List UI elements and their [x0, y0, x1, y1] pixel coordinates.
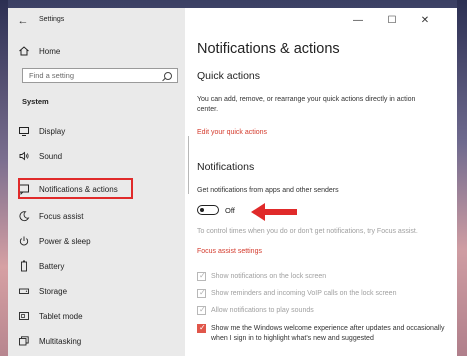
- focus-assist-settings-link[interactable]: Focus assist settings: [197, 248, 262, 255]
- toggle-knob: [200, 207, 204, 212]
- sidebar-item-storage[interactable]: Storage: [18, 282, 178, 300]
- sidebar-item-tablet-mode[interactable]: Tablet mode: [18, 307, 178, 325]
- edit-quick-actions-link[interactable]: Edit your quick actions: [197, 129, 267, 136]
- desktop-background-left: [0, 0, 8, 356]
- checkbox-label: Show notifications on the lock screen: [211, 273, 327, 280]
- selected-item-annotation: [18, 178, 133, 199]
- quick-actions-description: You can add, remove, or rearrange your q…: [197, 96, 416, 113]
- lock-screen-reminders-checkbox[interactable]: [197, 288, 206, 298]
- home-icon: [18, 45, 30, 57]
- sidebar-item-label: Focus assist: [39, 211, 84, 221]
- focus-assist-text: To control times when you do or don't ge…: [197, 228, 418, 235]
- display-icon: [18, 125, 30, 137]
- desktop-background-right: [457, 0, 467, 356]
- sidebar-item-sound[interactable]: Sound: [18, 147, 178, 165]
- checkbox-label: Show reminders and incoming VoIP calls o…: [211, 290, 397, 297]
- power-icon: [18, 235, 30, 247]
- search-input[interactable]: [29, 71, 159, 80]
- sidebar-item-battery[interactable]: Battery: [18, 257, 178, 275]
- search-box[interactable]: [22, 68, 178, 83]
- toggle-state-label: Off: [225, 206, 235, 215]
- notifications-toggle-label: Get notifications from apps and other se…: [197, 187, 339, 194]
- sidebar-item-home[interactable]: Home: [18, 42, 178, 60]
- sidebar-item-label: Tablet mode: [39, 311, 83, 321]
- main-content: Notifications & actions Quick actions Yo…: [197, 8, 457, 356]
- checkbox-label: Show me the Windows welcome experience a…: [211, 325, 445, 342]
- page-title: Notifications & actions: [197, 41, 340, 57]
- storage-icon: [18, 285, 30, 297]
- app-title: Settings: [39, 16, 65, 23]
- welcome-experience-checkbox[interactable]: [197, 323, 206, 333]
- sidebar-item-label: Display: [39, 126, 66, 136]
- lock-screen-notifications-checkbox[interactable]: [197, 271, 206, 281]
- back-arrow-icon[interactable]: ←: [16, 14, 30, 28]
- notification-sounds-checkbox[interactable]: [197, 305, 206, 315]
- multitasking-icon: [18, 335, 30, 347]
- search-icon[interactable]: [164, 72, 172, 80]
- scrollbar[interactable]: [188, 136, 189, 194]
- settings-window: ← Settings — ☐ ✕ Home System Display Sou…: [8, 8, 457, 356]
- sidebar-item-display[interactable]: Display: [18, 122, 178, 140]
- sidebar-item-power-sleep[interactable]: Power & sleep: [18, 232, 178, 250]
- sidebar-item-label: Power & sleep: [39, 236, 91, 246]
- sidebar-item-label: Home: [39, 46, 61, 56]
- sidebar-item-multitasking[interactable]: Multitasking: [18, 332, 178, 350]
- battery-icon: [18, 260, 30, 272]
- sidebar-item-label: Multitasking: [39, 336, 82, 346]
- sidebar-item-focus-assist[interactable]: Focus assist: [18, 207, 178, 225]
- sidebar-section-title: System: [22, 97, 49, 106]
- tablet-icon: [18, 310, 30, 322]
- quick-actions-heading: Quick actions: [197, 70, 261, 82]
- checkbox-label: Allow notifications to play sounds: [211, 307, 314, 314]
- notifications-toggle[interactable]: [197, 205, 219, 215]
- sidebar-item-label: Battery: [39, 261, 65, 271]
- red-arrow-annotation-icon: [251, 203, 297, 221]
- moon-icon: [18, 210, 30, 222]
- sound-icon: [18, 150, 30, 162]
- sidebar-item-label: Sound: [39, 151, 63, 161]
- sidebar-item-label: Storage: [39, 286, 68, 296]
- notifications-heading: Notifications: [197, 161, 255, 173]
